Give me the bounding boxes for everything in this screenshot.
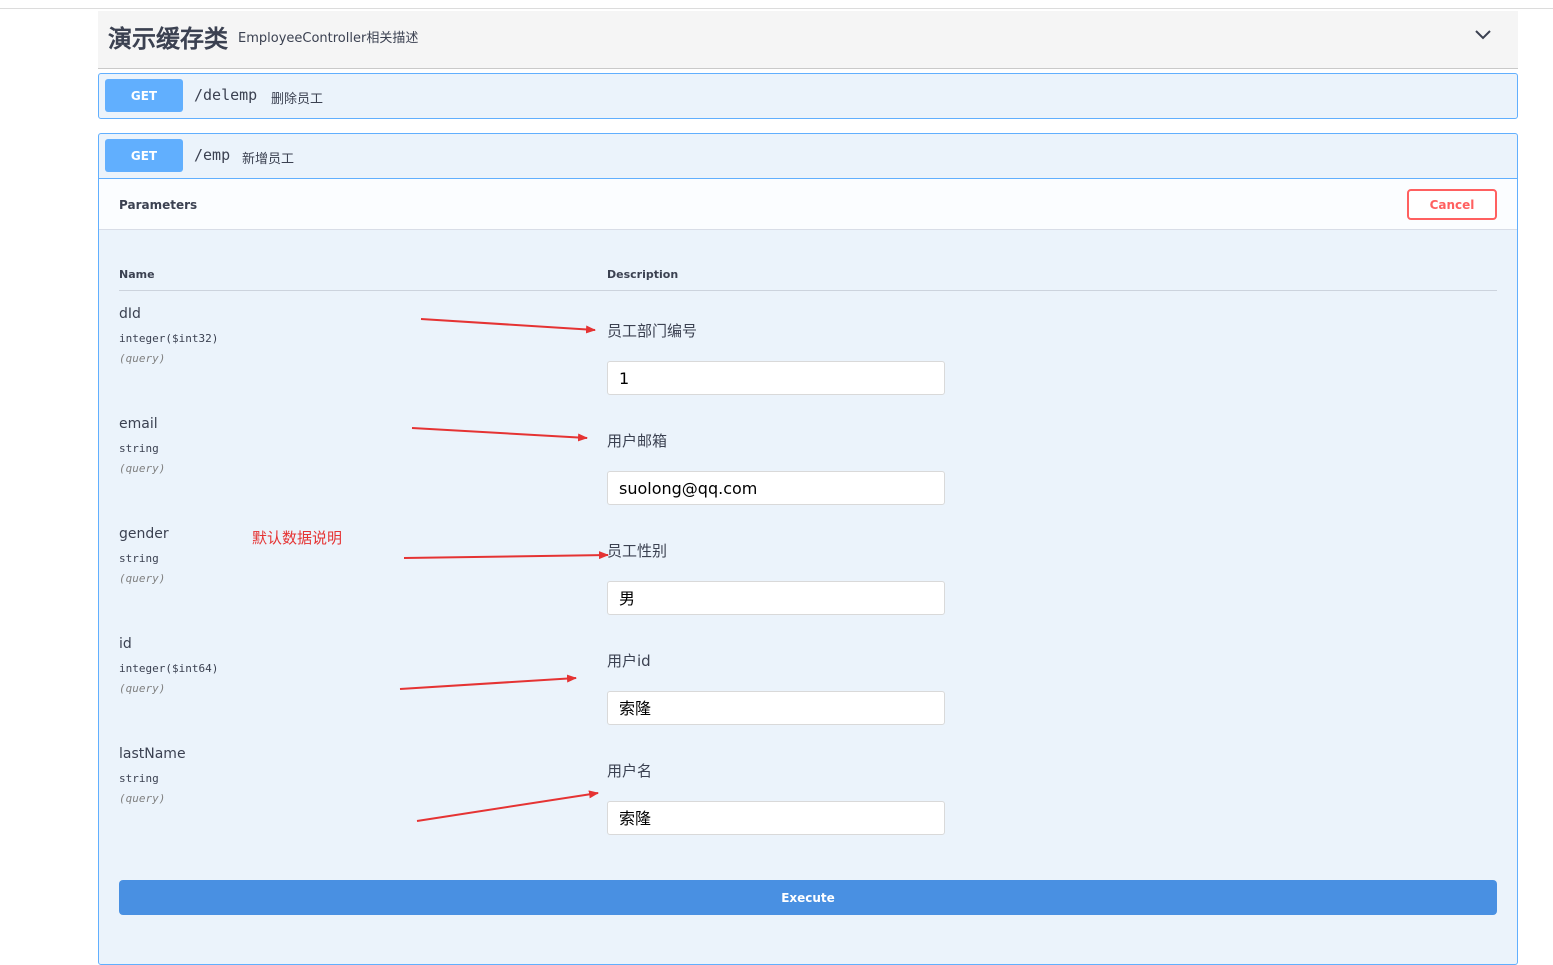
annotation-arrow [416, 790, 599, 822]
annotation-arrow [420, 318, 596, 334]
annotation-arrows [399, 318, 609, 822]
annotation-arrow [399, 674, 577, 690]
annotation-arrow [411, 427, 588, 442]
annotation-arrow [403, 551, 609, 560]
